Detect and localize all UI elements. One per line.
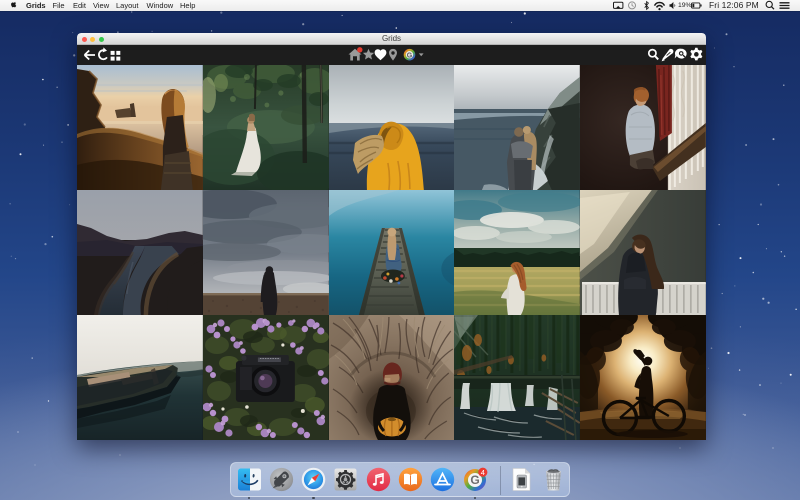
svg-text:4: 4	[480, 468, 484, 477]
svg-text:G: G	[407, 52, 413, 59]
svg-text:G: G	[470, 473, 479, 487]
